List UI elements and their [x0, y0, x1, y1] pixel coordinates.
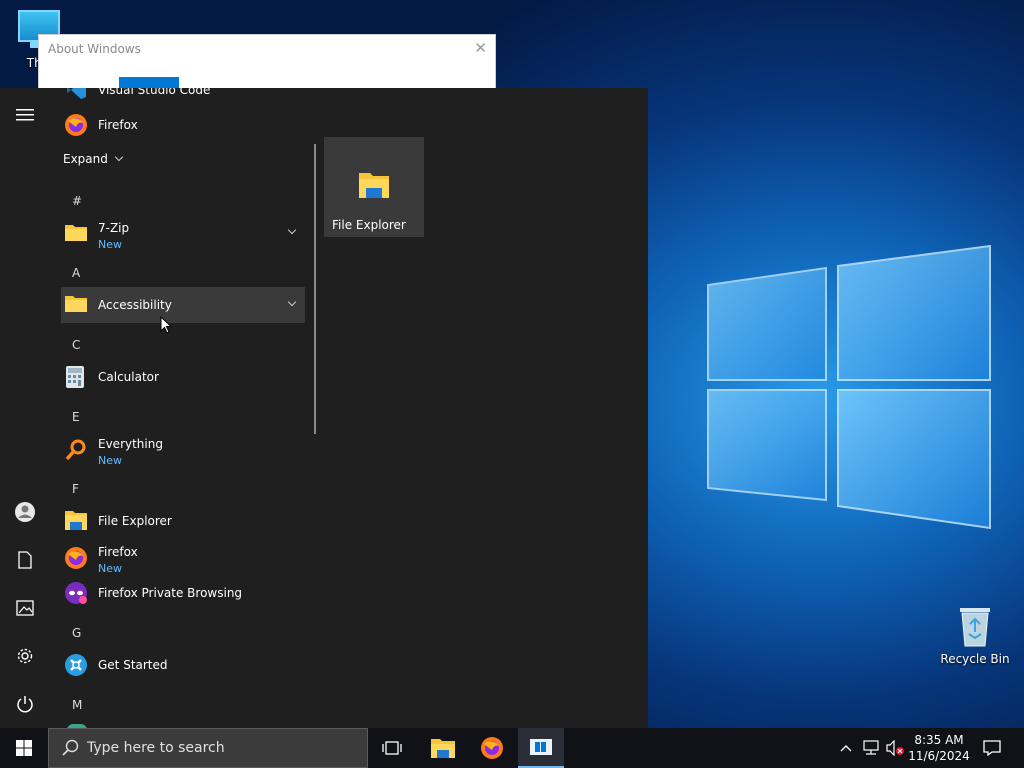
chevron-down-icon[interactable]	[287, 297, 297, 307]
magnifier-icon	[64, 438, 88, 462]
list-item-file-explorer[interactable]: File Explorer	[61, 503, 305, 539]
about-windows-icon	[530, 739, 552, 755]
list-item-everything[interactable]: Everything New	[61, 431, 305, 469]
vscode-icon	[64, 88, 88, 102]
notifications-icon	[983, 740, 1001, 756]
group-header-a[interactable]: A	[72, 266, 80, 280]
list-item-firefox[interactable]: Firefox New	[61, 539, 305, 577]
app-list: Visual Studio Code Firefox Expand # 7-Zi…	[55, 88, 315, 728]
list-item-7zip[interactable]: 7-Zip New	[61, 215, 305, 253]
firefox-icon	[481, 737, 503, 759]
settings-gear-icon[interactable]	[13, 644, 37, 668]
taskbar-firefox[interactable]	[469, 728, 515, 768]
file-explorer-icon	[359, 173, 389, 198]
group-header-m[interactable]: M	[72, 698, 82, 712]
documents-icon[interactable]	[13, 548, 37, 572]
list-item-firefox-recent[interactable]: Firefox	[61, 107, 305, 143]
taskbar-search-box[interactable]: Type here to search	[48, 728, 368, 768]
file-explorer-icon	[431, 739, 455, 758]
calculator-icon	[64, 365, 88, 389]
volume-muted-icon	[886, 740, 904, 756]
about-windows-window[interactable]: About Windows ✕	[38, 34, 496, 94]
taskbar-about-windows[interactable]	[518, 728, 564, 768]
group-header-g[interactable]: G	[72, 626, 81, 640]
new-badge: New	[98, 454, 122, 467]
group-header-hash[interactable]: #	[72, 194, 82, 208]
chevron-up-icon	[840, 745, 852, 752]
chevron-down-icon[interactable]	[287, 225, 297, 235]
clock-time: 8:35 AM	[914, 733, 964, 747]
desktop-icon-recycle-bin[interactable]: Recycle Bin	[940, 604, 1010, 666]
search-placeholder: Type here to search	[87, 740, 225, 756]
mouse-cursor-icon	[160, 316, 172, 334]
folder-icon	[64, 293, 88, 317]
show-hidden-icons-button[interactable]	[836, 728, 856, 768]
firefox-private-icon	[64, 581, 88, 605]
recycle-bin-icon	[960, 608, 990, 647]
app-list-scrollbar[interactable]	[314, 144, 316, 434]
task-view-button[interactable]	[370, 728, 414, 768]
chevron-down-icon	[114, 152, 124, 162]
pictures-icon[interactable]	[13, 596, 37, 620]
folder-icon	[64, 222, 88, 246]
list-item-calculator[interactable]: Calculator	[61, 359, 305, 395]
clock-date: 11/6/2024	[908, 749, 970, 763]
taskbar-file-explorer[interactable]	[420, 728, 466, 768]
list-item-firefox-private[interactable]: Firefox Private Browsing	[61, 575, 305, 611]
desktop-icon-label: Recycle Bin	[940, 652, 1010, 666]
tile-label: File Explorer	[332, 218, 406, 232]
window-title: About Windows	[48, 42, 141, 56]
tile-file-explorer[interactable]: File Explorer	[324, 137, 424, 237]
new-badge: New	[98, 238, 122, 251]
list-item-get-started[interactable]: Get Started	[61, 647, 305, 683]
hamburger-menu-icon[interactable]	[13, 103, 37, 127]
task-view-icon	[382, 741, 402, 755]
firefox-icon	[64, 546, 88, 570]
start-button[interactable]	[0, 728, 48, 768]
file-explorer-icon	[64, 509, 88, 533]
firefox-icon	[64, 113, 88, 137]
list-item-vscode[interactable]: Visual Studio Code	[61, 88, 305, 108]
start-rail	[0, 88, 50, 728]
user-account-icon[interactable]	[13, 500, 37, 524]
expand-button[interactable]: Expand	[63, 152, 124, 166]
list-item-accessibility[interactable]: Accessibility	[61, 287, 305, 323]
taskbar: Type here to search 8:35 AM 11/6/2024	[0, 728, 1024, 768]
clock[interactable]: 8:35 AM 11/6/2024	[908, 728, 970, 768]
windows-start-icon	[16, 740, 32, 756]
group-header-c[interactable]: C	[72, 338, 80, 352]
action-center-button[interactable]	[978, 728, 1006, 768]
group-header-f[interactable]: F	[72, 482, 79, 496]
search-icon	[62, 739, 79, 756]
power-icon[interactable]	[13, 692, 37, 716]
start-menu: Visual Studio Code Firefox Expand # 7-Zi…	[0, 88, 648, 728]
volume-button[interactable]	[884, 728, 906, 768]
new-badge: New	[98, 562, 122, 575]
get-started-icon	[64, 653, 88, 677]
network-button[interactable]	[860, 728, 882, 768]
group-header-e[interactable]: E	[72, 410, 80, 424]
windows-logo-wallpaper	[707, 244, 991, 530]
network-icon	[863, 740, 879, 755]
close-icon[interactable]: ✕	[474, 39, 487, 57]
